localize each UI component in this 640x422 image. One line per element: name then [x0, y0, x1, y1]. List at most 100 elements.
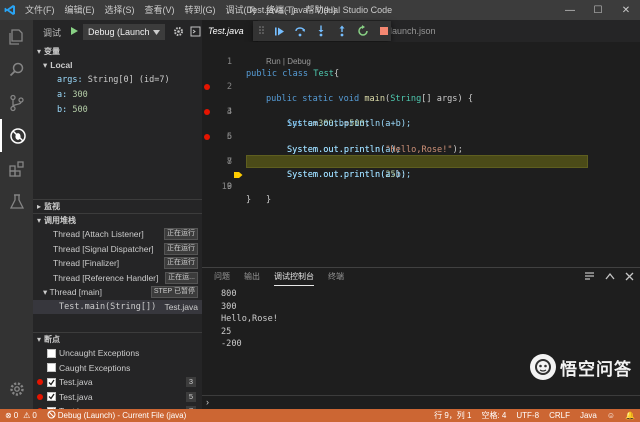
close-window-button[interactable]: ✕ — [612, 0, 640, 20]
code-line: 10 } — [202, 169, 640, 205]
clear-console-icon[interactable] — [584, 271, 595, 284]
tab-label: Test.java — [208, 26, 244, 36]
continue-icon[interactable] — [273, 25, 285, 37]
breakpoint-row[interactable]: Test.java 5 — [33, 390, 202, 405]
maximize-panel-icon[interactable] — [605, 272, 615, 282]
menu-view[interactable]: 查看(V) — [140, 0, 180, 20]
variable-row[interactable]: a: 300 — [33, 87, 202, 102]
codelens-run-debug[interactable]: Run | Debug — [266, 56, 311, 68]
frame-name: Test.main(String[]) — [59, 301, 157, 312]
status-bar: ⊗ 0 ⚠ 0 Debug (Launch) - Current File (j… — [0, 409, 640, 422]
thread-row-main[interactable]: ▾ Thread [main] STEP 已暂停 — [33, 285, 202, 300]
thread-row[interactable]: Thread [Signal Dispatcher] 正在运行 — [33, 242, 202, 257]
launch-config-select[interactable]: Debug (Launch — [83, 24, 165, 40]
local-scope-label: Local — [50, 60, 73, 70]
variable-row[interactable]: args: String[0] (id=7) — [33, 72, 202, 87]
tab-output[interactable]: 输出 — [244, 268, 260, 286]
chevron-down-icon: ▾ — [37, 46, 42, 56]
test-flask-icon[interactable] — [0, 185, 33, 218]
restart-icon[interactable] — [357, 25, 369, 37]
variable-name: b: — [57, 104, 68, 115]
thread-state-badge: STEP 已暂停 — [150, 286, 198, 299]
debug-icon[interactable] — [0, 119, 33, 152]
exception-label: Uncaught Exceptions — [59, 348, 140, 359]
launch-config-value: Debug (Launch — [88, 27, 150, 37]
tab-launch-json[interactable]: launch.json — [384, 20, 442, 42]
search-icon[interactable] — [0, 53, 33, 86]
chevron-down-icon: ▾ — [43, 59, 48, 70]
encoding[interactable]: UTF-8 — [511, 411, 544, 420]
stop-icon[interactable] — [378, 25, 390, 37]
menu-selection[interactable]: 选择(S) — [100, 0, 140, 20]
variables-section-header[interactable]: ▾ 变量 — [33, 44, 202, 58]
explorer-icon[interactable] — [0, 20, 33, 53]
cursor-position[interactable]: 行 9，列 1 — [429, 410, 476, 421]
breakpoint-dot-icon[interactable] — [204, 134, 210, 140]
menu-go[interactable]: 转到(G) — [180, 0, 221, 20]
checkbox-checked[interactable] — [47, 377, 56, 387]
close-panel-icon[interactable] — [625, 272, 634, 283]
watch-section-header[interactable]: ▸ 监视 — [33, 199, 202, 213]
language-mode[interactable]: Java — [575, 411, 602, 420]
debug-view-title: 调试 — [43, 27, 62, 38]
breakpoint-dot-icon[interactable] — [204, 108, 210, 115]
callstack-header-label: 调用堆栈 — [44, 216, 77, 225]
thread-row[interactable]: Thread [Attach Listener] 正在运行 — [33, 227, 202, 242]
extensions-icon[interactable] — [0, 152, 33, 185]
tab-test-java[interactable]: Test.java — [202, 20, 258, 42]
breakpoints-section-header[interactable]: ▾ 断点 — [33, 332, 202, 346]
end-of-line[interactable]: CRLF — [544, 411, 575, 420]
breakpoint-file: Test.java — [59, 391, 93, 402]
tab-terminal[interactable]: 终端 — [328, 268, 344, 286]
breakpoint-line-badge: 3 — [185, 377, 196, 388]
console-input[interactable]: › — [202, 395, 640, 409]
thread-row[interactable]: Thread [Reference Handler] 正在运... — [33, 271, 202, 286]
debug-console-icon[interactable] — [190, 26, 201, 39]
step-out-icon[interactable] — [336, 25, 348, 37]
title-bar: 文件(F) 编辑(E) 选择(S) 查看(V) 转到(G) 调试(D) 终端(T… — [0, 0, 640, 20]
console-output-line: 800 — [221, 289, 237, 299]
settings-gear-icon[interactable] — [0, 372, 33, 405]
tab-debug-console[interactable]: 调试控制台 — [274, 268, 314, 286]
variable-row[interactable]: b: 500 — [33, 102, 202, 117]
breakpoint-file: Test.java — [59, 377, 93, 388]
gear-icon[interactable] — [173, 26, 184, 39]
tab-problems[interactable]: 问题 — [214, 268, 230, 286]
debug-target-status[interactable]: Debug (Launch) - Current File (java) — [42, 410, 192, 421]
chevron-down-icon — [152, 29, 160, 35]
minimize-button[interactable]: — — [556, 0, 584, 20]
maximize-button[interactable]: ☐ — [584, 0, 612, 20]
indentation[interactable]: 空格: 4 — [476, 410, 511, 421]
source-control-icon[interactable] — [0, 86, 33, 119]
step-over-icon[interactable] — [294, 25, 306, 37]
menu-edit[interactable]: 编辑(E) — [60, 0, 100, 20]
variables-empty-space — [33, 117, 202, 199]
step-into-icon[interactable] — [315, 25, 327, 37]
feedback-smiley-icon[interactable]: ☺ — [602, 411, 620, 420]
start-debug-icon[interactable] — [69, 26, 79, 38]
breakpoint-dot-icon[interactable] — [204, 83, 210, 90]
drag-handle-icon[interactable] — [259, 25, 264, 37]
notifications-bell-icon[interactable]: 🔔 — [620, 411, 640, 420]
callstack-section-header[interactable]: ▾ 调用堆栈 — [33, 213, 202, 227]
problems-status[interactable]: ⊗ 0 ⚠ 0 — [0, 411, 42, 420]
exception-breakpoint-row[interactable]: Caught Exceptions — [33, 361, 202, 376]
exception-breakpoint-row[interactable]: Uncaught Exceptions — [33, 346, 202, 361]
breakpoint-row[interactable]: Test.java 3 — [33, 375, 202, 390]
menu-file[interactable]: 文件(F) — [20, 0, 60, 20]
checkbox-unchecked[interactable] — [47, 348, 56, 358]
local-scope-row[interactable]: ▾ Local — [33, 58, 202, 72]
thread-row[interactable]: Thread [Finalizer] 正在运行 — [33, 256, 202, 271]
stack-frame-row[interactable]: Test.main(String[]) Test.java — [33, 299, 202, 314]
checkbox-checked[interactable] — [47, 392, 56, 402]
code-line: 8 System.out.println(a-b); — [202, 144, 640, 180]
chevron-down-icon: ▾ — [37, 335, 42, 344]
thread-name: Thread [Reference Handler] — [53, 272, 159, 283]
checkbox-unchecked[interactable] — [47, 363, 56, 373]
code-editor[interactable]: Run | Debug 1 public class Test{ 2 publi… — [202, 42, 640, 267]
code-line: 4 System.out.println(a+b); — [202, 93, 640, 130]
chevron-right-icon: ▸ — [37, 202, 42, 211]
window-title: Test.java - java - Visual Studio Code — [247, 5, 393, 15]
thread-state-badge: 正在运行 — [164, 257, 198, 270]
thread-name: Thread [Signal Dispatcher] — [53, 243, 154, 254]
